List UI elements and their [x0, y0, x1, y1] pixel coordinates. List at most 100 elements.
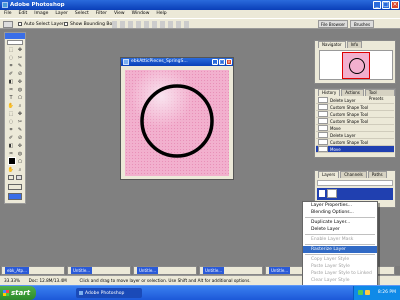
document-size[interactable]: Doc: 12.8M/13.4M — [29, 278, 67, 283]
history-item[interactable]: Delete Layer — [316, 97, 394, 104]
move-tool-icon[interactable]: ✥ — [16, 47, 24, 54]
shape-tool-icon[interactable]: ⬠ — [16, 95, 24, 102]
doc-minimize-button[interactable]: _ — [212, 59, 218, 65]
minimize-button[interactable]: _ — [373, 1, 381, 9]
tray-network-icon[interactable] — [358, 290, 363, 295]
document-window[interactable]: ebkAtticPieces_SpringS... _ □ × — [120, 57, 234, 180]
hand-tool-icon[interactable]: ✋ — [7, 167, 15, 174]
doc-close-button[interactable]: × — [226, 59, 232, 65]
tray-volume-icon[interactable] — [365, 290, 370, 295]
tab-info[interactable]: Info — [346, 41, 363, 48]
lasso-tool-icon[interactable]: ◌ — [7, 55, 15, 62]
lasso-tool-icon[interactable]: ◌ — [7, 119, 15, 126]
brush-tool-icon[interactable]: ✎ — [16, 63, 24, 70]
tab-file-browser[interactable]: File Browser — [318, 20, 348, 28]
quick-mask-icon[interactable] — [16, 175, 22, 180]
tab-history[interactable]: History — [318, 89, 341, 96]
history-item[interactable]: Move — [316, 146, 394, 153]
menu-view[interactable]: View — [114, 10, 125, 18]
hand-tool-icon[interactable]: ✋ — [7, 103, 15, 110]
screen-mode-icon[interactable] — [8, 184, 22, 190]
brush-tool-icon[interactable]: ✎ — [16, 127, 24, 134]
dodge-tool-icon[interactable]: ◍ — [16, 87, 24, 94]
marquee-tool-icon[interactable]: ⬚ — [7, 111, 15, 118]
menu-help[interactable]: Help — [156, 10, 166, 18]
blend-mode-select[interactable] — [317, 180, 393, 186]
history-item[interactable]: Move — [316, 125, 394, 132]
healing-tool-icon[interactable]: ✜ — [16, 143, 24, 150]
start-button[interactable]: start — [0, 286, 36, 300]
history-item[interactable]: Custom Shape Tool — [316, 139, 394, 146]
healing-tool-icon[interactable]: ✜ — [16, 79, 24, 86]
move-tool-icon[interactable]: ✥ — [16, 111, 24, 118]
shape-tool-icon[interactable]: ⬠ — [16, 159, 24, 166]
slice-tool-icon[interactable]: ⌗ — [7, 63, 15, 70]
minimized-document[interactable]: Untitle... — [133, 266, 197, 275]
type-tool-icon[interactable]: T — [7, 95, 15, 102]
foreground-color-swatch[interactable] — [8, 157, 16, 165]
smudge-tool-icon[interactable]: ♒ — [7, 87, 15, 94]
zoom-tool-icon[interactable]: ⌕ — [16, 103, 24, 110]
eraser-tool-icon[interactable]: ⊘ — [16, 135, 24, 142]
history-item[interactable]: Custom Shape Tool — [316, 111, 394, 118]
close-button[interactable]: × — [391, 1, 399, 9]
menu-select[interactable]: Select — [75, 10, 89, 18]
tab-brushes[interactable]: Brushes — [350, 20, 374, 28]
history-item[interactable]: Delete Layer — [316, 132, 394, 139]
marquee-tool-icon[interactable]: ⬚ — [7, 47, 15, 54]
gradient-tool-icon[interactable]: ◧ — [7, 143, 15, 150]
context-item-delete-layer[interactable]: Delete Layer — [303, 226, 377, 233]
maximize-button[interactable]: □ — [382, 1, 390, 9]
bounding-box-checkbox[interactable] — [64, 22, 68, 26]
menu-filter[interactable]: Filter — [96, 10, 107, 18]
tab-layers[interactable]: Layers — [318, 171, 340, 178]
slice-tool-icon[interactable]: ⌗ — [7, 127, 15, 134]
pencil-tool-icon[interactable]: ✐ — [7, 135, 15, 142]
title-bar: Adobe Photoshop — [0, 0, 400, 10]
minimized-document[interactable]: ebk_Atp... — [1, 266, 65, 275]
move-tool-icon[interactable] — [3, 21, 13, 28]
photoshop-icon — [2, 2, 8, 8]
context-item-copy-layer-style: Copy Layer Style — [311, 257, 350, 262]
menu-file[interactable]: File — [4, 10, 12, 18]
auto-select-checkbox[interactable] — [18, 22, 22, 26]
context-item-blending-options[interactable]: Blending Options... — [303, 209, 377, 216]
navigator-thumbnail[interactable] — [319, 50, 393, 80]
eraser-tool-icon[interactable]: ⊘ — [16, 71, 24, 78]
zoom-level[interactable]: 33.33% — [4, 278, 20, 283]
menu-edit[interactable]: Edit — [19, 10, 28, 18]
layer-row-selected[interactable] — [317, 188, 393, 200]
eye-icon[interactable] — [319, 190, 325, 197]
context-item-duplicate-layer[interactable]: Duplicate Layer... — [303, 219, 377, 226]
image-canvas[interactable] — [125, 70, 229, 176]
navigator-view-box[interactable] — [342, 52, 370, 79]
minimized-document[interactable]: Untitle... — [199, 266, 263, 275]
menu-window[interactable]: Window — [132, 10, 150, 18]
history-item[interactable]: Custom Shape Tool — [316, 104, 394, 111]
taskbar-photoshop-button[interactable]: Adobe Photoshop — [76, 288, 142, 298]
align-buttons[interactable] — [112, 21, 192, 28]
gradient-tool-icon[interactable]: ◧ — [7, 79, 15, 86]
tab-tool-presets[interactable]: Tool Presets — [364, 89, 395, 101]
menu-layer[interactable]: Layer — [55, 10, 68, 18]
context-item-rasterize-layer[interactable]: Rasterize Layer — [303, 246, 377, 253]
jump-to-imageready-icon[interactable] — [8, 193, 22, 200]
tab-navigator[interactable]: Navigator — [318, 41, 346, 48]
doc-maximize-button[interactable]: □ — [219, 59, 225, 65]
dodge-tool-icon[interactable]: ◍ — [16, 151, 24, 158]
tab-paths[interactable]: Paths — [367, 171, 387, 178]
minimized-document[interactable]: Untitle... — [67, 266, 131, 275]
pencil-tool-icon[interactable]: ✐ — [7, 71, 15, 78]
tab-channels[interactable]: Channels — [340, 171, 367, 178]
crop-tool-icon[interactable]: ✂ — [16, 119, 24, 126]
history-item[interactable]: Custom Shape Tool — [316, 118, 394, 125]
tab-actions[interactable]: Actions — [341, 89, 364, 96]
crop-tool-icon[interactable]: ✂ — [16, 55, 24, 62]
context-item-layer-properties[interactable]: Layer Properties... — [303, 202, 377, 209]
menu-image[interactable]: Image — [34, 10, 48, 18]
context-item-paste-layer-style-to-linked: Paste Layer Style to Linked — [311, 271, 372, 276]
zoom-tool-icon[interactable]: ⌕ — [16, 167, 24, 174]
bounding-box-label: Show Bounding Box — [70, 22, 115, 27]
standard-mode-icon[interactable] — [8, 175, 14, 180]
circle-shape[interactable] — [140, 84, 214, 158]
